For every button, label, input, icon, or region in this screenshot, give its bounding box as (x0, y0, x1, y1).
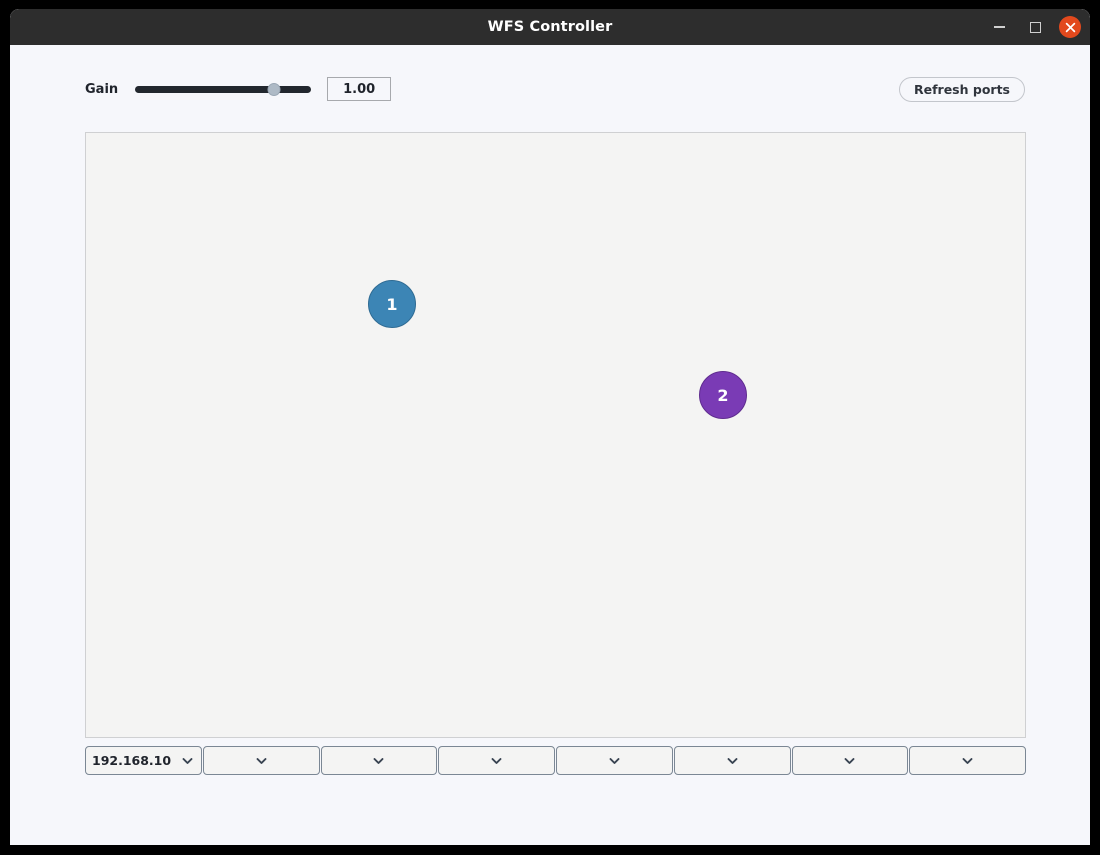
port-dropdown-6[interactable] (673, 746, 791, 775)
source-marker-1[interactable]: 1 (368, 280, 416, 328)
window-controls (987, 9, 1081, 45)
port-dropdown-5[interactable] (556, 746, 673, 775)
port-dropdown-row: 192.168.10.30 (85, 746, 1026, 775)
gain-value-field[interactable]: 1.00 (327, 77, 392, 101)
maximize-button[interactable] (1023, 15, 1047, 39)
chevron-down-icon (607, 753, 622, 768)
port-dropdown-4[interactable] (438, 746, 555, 775)
source-canvas[interactable]: 1 2 (85, 132, 1026, 738)
gain-label: Gain (85, 81, 119, 97)
port-dropdown-1[interactable]: 192.168.10.30 (85, 746, 202, 775)
close-button[interactable] (1059, 16, 1081, 38)
source-marker-2[interactable]: 2 (699, 371, 747, 419)
port-dropdown-7[interactable] (791, 746, 909, 775)
chevron-down-icon (180, 753, 195, 768)
gain-slider-track (135, 85, 312, 93)
port-dropdown-8[interactable] (909, 746, 1026, 775)
port-dropdown-2[interactable] (202, 746, 320, 775)
window-title: WFS Controller (487, 19, 613, 35)
window-client-area: Gain 1.00 Refresh ports 1 2 192.168.10.3… (10, 45, 1090, 845)
chevron-down-icon (725, 753, 740, 768)
refresh-ports-button[interactable]: Refresh ports (899, 76, 1025, 102)
close-icon (1065, 22, 1075, 32)
chevron-down-icon (842, 753, 857, 768)
chevron-down-icon (960, 753, 975, 768)
port-dropdown-3[interactable] (320, 746, 438, 775)
minimize-button[interactable] (987, 15, 1011, 39)
application-window: WFS Controller Gain 1.00 Refresh ports 1… (10, 9, 1090, 845)
chevron-down-icon (489, 753, 504, 768)
maximize-icon (1029, 21, 1041, 33)
chevron-down-icon (371, 753, 386, 768)
port-dropdown-1-value: 192.168.10.30 (92, 753, 172, 768)
title-bar: WFS Controller (10, 9, 1090, 45)
gain-toolbar: Gain 1.00 Refresh ports (85, 76, 1025, 102)
minimize-icon (993, 26, 1005, 28)
gain-slider[interactable] (135, 79, 312, 99)
chevron-down-icon (254, 753, 269, 768)
gain-slider-handle[interactable] (267, 82, 281, 96)
